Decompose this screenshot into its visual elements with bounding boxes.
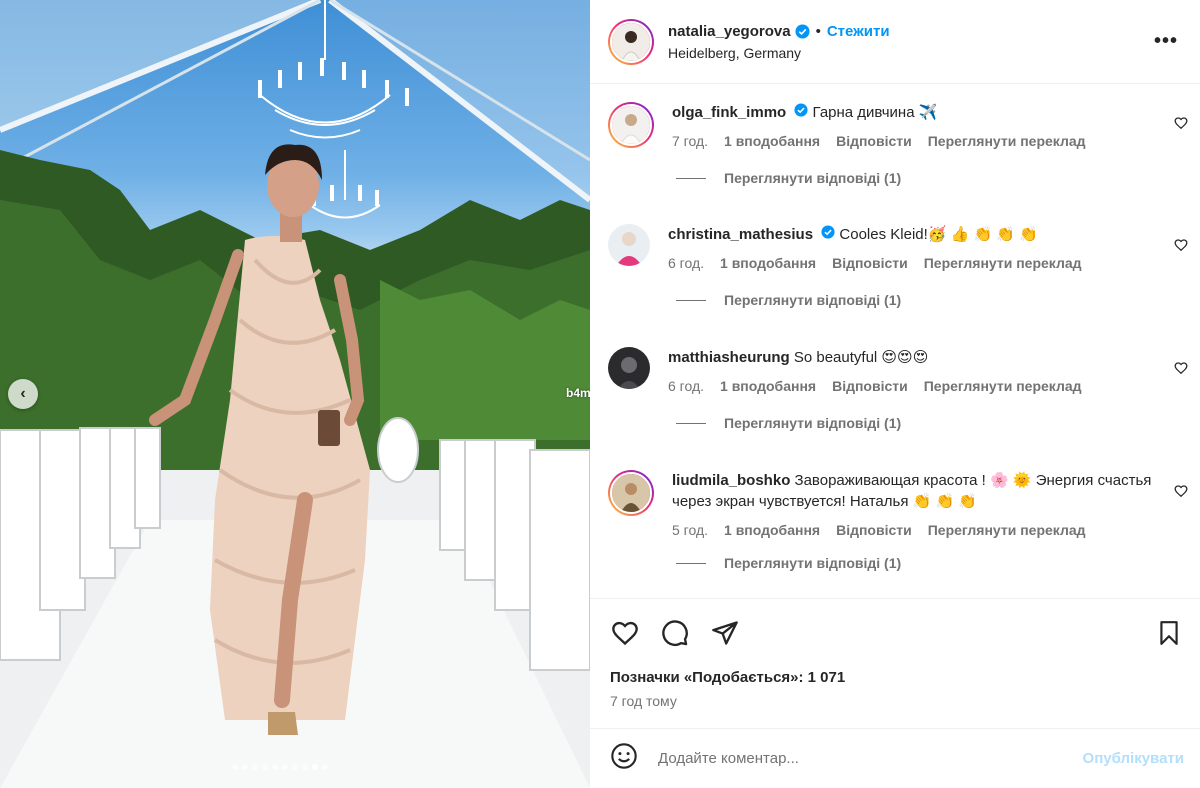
comment-like-heart-icon[interactable]: [1174, 116, 1188, 135]
comment-like-heart-icon[interactable]: [1174, 238, 1188, 257]
comment-likes[interactable]: 1 вподобання: [720, 376, 816, 397]
more-options-icon[interactable]: •••: [1154, 30, 1178, 53]
comment-username[interactable]: olga_fink_immo: [672, 104, 786, 121]
like-heart-icon[interactable]: [610, 619, 640, 652]
post-photo[interactable]: ‹ b4mm: [0, 0, 590, 788]
replies-divider: [676, 177, 706, 179]
replies-divider: [676, 422, 706, 424]
reply-button[interactable]: Відповісти: [836, 131, 912, 152]
avatar-image: [608, 347, 650, 389]
avatar-image: [612, 474, 650, 512]
author-username[interactable]: natalia_yegorova: [668, 23, 791, 40]
carousel-dot: [322, 764, 328, 770]
post-location[interactable]: Heidelberg, Germany: [668, 45, 890, 61]
comment-username[interactable]: christina_mathesius: [668, 226, 813, 243]
comment-input[interactable]: [658, 750, 1038, 767]
carousel-dot: [292, 764, 298, 770]
commenter-avatar[interactable]: [608, 102, 654, 148]
comment-time[interactable]: 5 год.: [672, 520, 708, 541]
translate-button[interactable]: Переглянути переклад: [928, 520, 1086, 541]
carousel-dot: [242, 764, 248, 770]
share-plane-icon[interactable]: [710, 619, 740, 652]
replies-divider: [676, 562, 706, 564]
view-replies-button[interactable]: Переглянути відповіді (1): [676, 415, 1188, 431]
comment-like-heart-icon[interactable]: [1174, 484, 1188, 503]
comment-item: christina_mathesius Cooles Kleid!🥳 👍 👏 👏…: [608, 224, 1188, 308]
comment-text: Гарна дивчина ✈️: [812, 104, 938, 121]
comment-item: olga_fink_immo Гарна дивчина ✈️ 7 год. 1…: [608, 102, 1188, 186]
translate-button[interactable]: Переглянути переклад: [924, 376, 1082, 397]
author-avatar[interactable]: [608, 18, 654, 65]
avatar-image: [612, 22, 650, 61]
comment-time[interactable]: 6 год.: [668, 253, 704, 274]
comment-username[interactable]: matthiasheurung: [668, 349, 790, 366]
photo-scene: [0, 0, 590, 788]
comment-likes[interactable]: 1 вподобання: [724, 131, 820, 152]
view-replies-button[interactable]: Переглянути відповіді (1): [676, 170, 1188, 186]
comment-likes[interactable]: 1 вподобання: [720, 253, 816, 274]
bookmark-icon[interactable]: [1156, 619, 1182, 652]
comment-time[interactable]: 6 год.: [668, 376, 704, 397]
carousel-dot: [302, 764, 308, 770]
follow-button[interactable]: Стежити: [827, 23, 890, 40]
comment-item: liudmila_boshko Завораживающая красота !…: [608, 470, 1188, 571]
separator-dot: •: [815, 22, 821, 40]
translate-button[interactable]: Переглянути переклад: [924, 253, 1082, 274]
comment-composer: Опублікувати: [590, 728, 1200, 788]
comment-like-heart-icon[interactable]: [1174, 361, 1188, 380]
comment-time[interactable]: 7 год.: [672, 131, 708, 152]
comment-username[interactable]: liudmila_boshko: [672, 472, 790, 489]
translate-button[interactable]: Переглянути переклад: [928, 131, 1086, 152]
carousel-dot: [282, 764, 288, 770]
carousel-dot: [272, 764, 278, 770]
reply-button[interactable]: Відповісти: [832, 253, 908, 274]
view-replies-label: Переглянути відповіді (1): [724, 292, 902, 308]
carousel-dot: [232, 764, 238, 770]
comment-text: So beautyful 😍😍😍: [793, 349, 929, 366]
carousel-dots: [232, 764, 328, 770]
reply-button[interactable]: Відповісти: [836, 520, 912, 541]
view-replies-label: Переглянути відповіді (1): [724, 170, 902, 186]
view-replies-label: Переглянути відповіді (1): [724, 555, 902, 571]
comment-likes[interactable]: 1 вподобання: [724, 520, 820, 541]
carousel-prev-button[interactable]: ‹: [8, 379, 38, 409]
post-time[interactable]: 7 год тому: [610, 693, 677, 709]
comment-text: Cooles Kleid!🥳 👍 👏 👏 👏: [839, 226, 1038, 243]
verified-badge-icon: [794, 103, 808, 117]
carousel-dot: [312, 764, 318, 770]
chevron-left-icon: ‹: [20, 385, 26, 402]
post-actions: Позначки «Подобається»: 1 071 7 год тому: [590, 598, 1200, 728]
post-side-panel: natalia_yegorova • Стежити Heidelberg, G…: [590, 0, 1200, 788]
view-replies-label: Переглянути відповіді (1): [724, 415, 902, 431]
commenter-avatar[interactable]: [608, 470, 654, 516]
post-header: natalia_yegorova • Стежити Heidelberg, G…: [590, 0, 1200, 84]
carousel-dot: [262, 764, 268, 770]
photo-watermark: b4mm: [566, 386, 590, 400]
commenter-avatar[interactable]: [608, 224, 650, 266]
replies-divider: [676, 299, 706, 301]
reply-button[interactable]: Відповісти: [832, 376, 908, 397]
avatar-image: [612, 106, 650, 144]
verified-badge-icon: [821, 225, 835, 239]
emoji-icon[interactable]: [610, 742, 638, 775]
publish-button[interactable]: Опублікувати: [1083, 750, 1184, 767]
view-replies-button[interactable]: Переглянути відповіді (1): [676, 292, 1188, 308]
commenter-avatar[interactable]: [608, 347, 650, 389]
comment-item: matthiasheurung So beautyful 😍😍😍 6 год. …: [608, 347, 1188, 431]
avatar-image: [608, 224, 650, 266]
comment-bubble-icon[interactable]: [660, 619, 690, 652]
verified-badge-icon: [795, 23, 810, 39]
likes-count[interactable]: Позначки «Подобається»: 1 071: [610, 669, 845, 686]
carousel-dot: [252, 764, 258, 770]
view-replies-button[interactable]: Переглянути відповіді (1): [676, 555, 1188, 571]
